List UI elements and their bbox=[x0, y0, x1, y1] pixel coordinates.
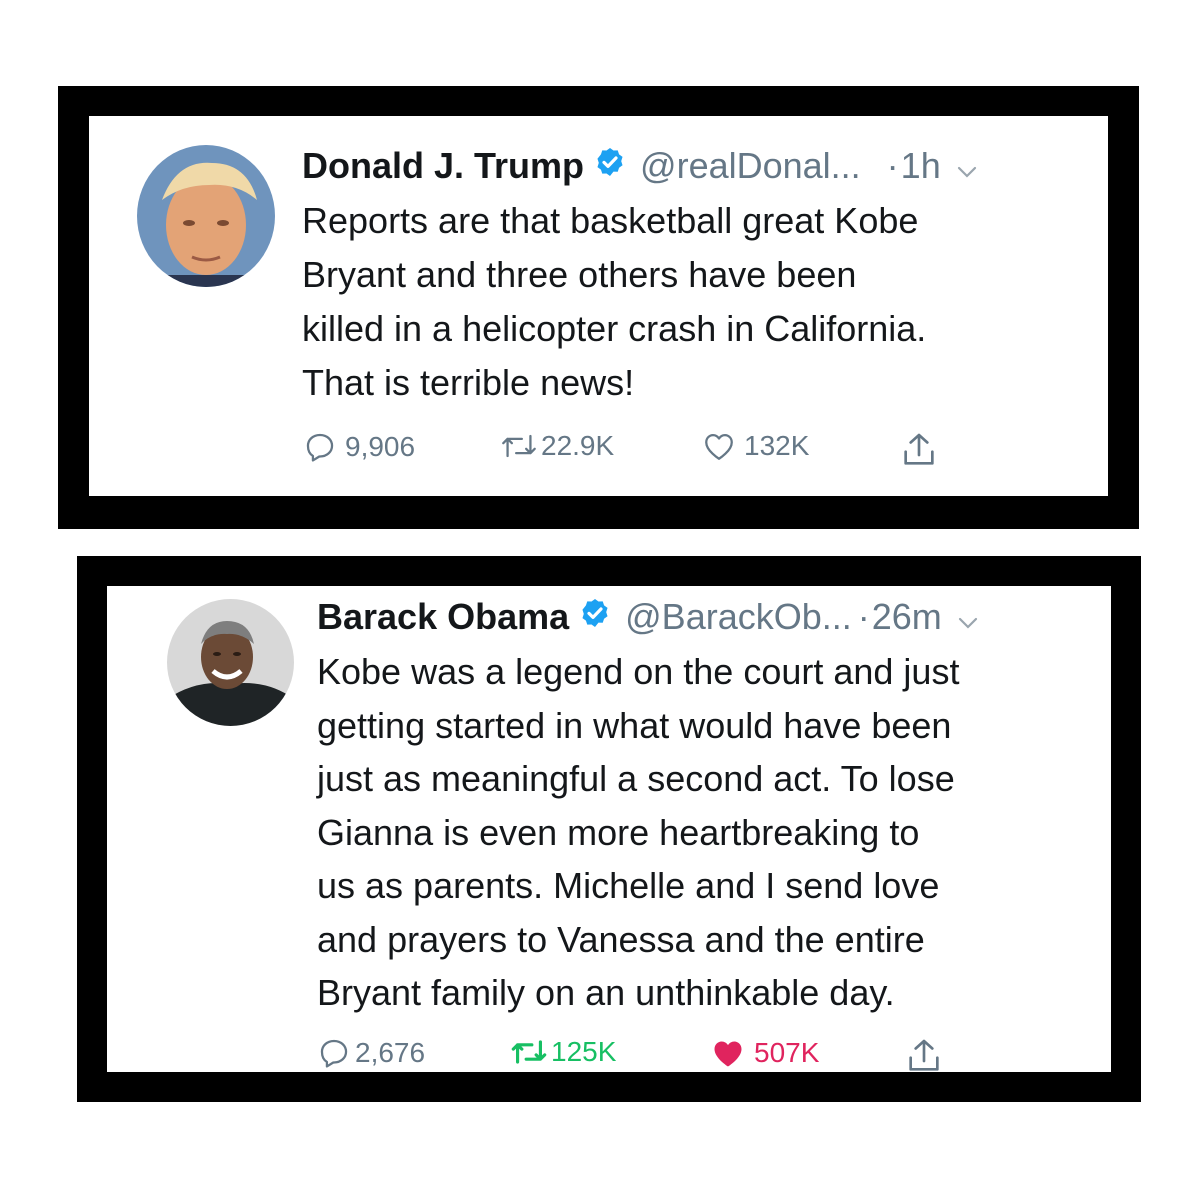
tweet-text-line: killed in a helicopter crash in Californ… bbox=[302, 308, 927, 349]
avatar[interactable] bbox=[167, 599, 294, 726]
verified-badge-icon bbox=[594, 145, 626, 187]
tweet-text-line: and prayers to Vanessa and the entire bbox=[317, 918, 925, 960]
tweet-text-line: us as parents. Michelle and I send love bbox=[317, 865, 940, 906]
heart-icon bbox=[710, 1036, 746, 1070]
reply-count: 9,906 bbox=[345, 431, 416, 462]
tweet-text: Reports are that basketball great Kobe B… bbox=[302, 194, 1102, 410]
reply-button[interactable]: 9,906 bbox=[303, 430, 415, 464]
tweet-header: Donald J. Trump @realDonal... · 1h bbox=[302, 144, 977, 188]
tweet-header: Barack Obama @BarackOb... · 26m bbox=[317, 595, 978, 639]
author-name[interactable]: Donald J. Trump bbox=[302, 145, 584, 187]
separator-dot: · bbox=[857, 596, 870, 637]
tweet-actions: 9,906 22.9K 132K bbox=[89, 430, 1108, 470]
like-count: 507K bbox=[754, 1037, 820, 1068]
heart-icon bbox=[702, 430, 736, 462]
tweet-text-line: Reports are that basketball great Kobe bbox=[302, 200, 919, 241]
like-button[interactable]: 507K bbox=[710, 1036, 819, 1070]
reply-icon bbox=[303, 430, 337, 464]
tweet-text-line: That is terrible news! bbox=[302, 362, 635, 403]
tweet-text-line: Bryant family on an unthinkable day. bbox=[317, 972, 895, 1013]
author-handle[interactable]: @realDonal... bbox=[640, 145, 861, 187]
chevron-down-icon[interactable] bbox=[958, 596, 978, 638]
author-handle[interactable]: @BarackOb... bbox=[625, 596, 852, 638]
tweet-text-line: just as meaningful a second act. To lose bbox=[317, 758, 955, 799]
retweet-icon bbox=[509, 1037, 549, 1067]
portrait-avatar-image bbox=[137, 145, 275, 287]
tweet-actions: 2,676 125K 507K bbox=[107, 1036, 1111, 1072]
timestamp[interactable]: 26m bbox=[872, 596, 942, 638]
retweet-button[interactable]: 22.9K bbox=[499, 430, 614, 462]
chevron-down-icon[interactable] bbox=[957, 145, 977, 187]
author-name[interactable]: Barack Obama bbox=[317, 596, 569, 638]
reply-button[interactable]: 2,676 bbox=[317, 1036, 425, 1070]
share-icon bbox=[899, 430, 939, 470]
like-button[interactable]: 132K bbox=[702, 430, 809, 462]
avatar[interactable] bbox=[137, 145, 275, 287]
tweet-text-line: Bryant and three others have been bbox=[302, 254, 857, 295]
reply-icon bbox=[317, 1036, 351, 1070]
share-button[interactable] bbox=[899, 430, 939, 470]
retweet-count: 22.9K bbox=[541, 430, 615, 461]
tweet-text-line: Gianna is even more heartbreaking to bbox=[317, 811, 920, 853]
tweet-text-line: Kobe was a legend on the court and just bbox=[317, 651, 960, 692]
reply-count: 2,676 bbox=[355, 1037, 426, 1068]
timestamp[interactable]: 1h bbox=[901, 145, 941, 187]
tweet-card[interactable]: Barack Obama @BarackOb... · 26m Kobe was… bbox=[107, 586, 1111, 1072]
tweet-card[interactable]: Donald J. Trump @realDonal... · 1h Repor… bbox=[89, 116, 1108, 496]
separator-dot: · bbox=[886, 145, 899, 186]
verified-badge-icon bbox=[579, 596, 611, 638]
tweet-text: Kobe was a legend on the court and just … bbox=[317, 645, 1107, 1020]
share-icon bbox=[904, 1036, 944, 1072]
retweet-button[interactable]: 125K bbox=[509, 1036, 616, 1068]
like-count: 132K bbox=[744, 430, 810, 461]
tweet-text-line: getting started in what would have been bbox=[317, 704, 952, 746]
retweet-count: 125K bbox=[551, 1036, 617, 1067]
retweet-icon bbox=[499, 431, 539, 461]
portrait-avatar-image bbox=[167, 599, 294, 726]
share-button[interactable] bbox=[904, 1036, 944, 1072]
